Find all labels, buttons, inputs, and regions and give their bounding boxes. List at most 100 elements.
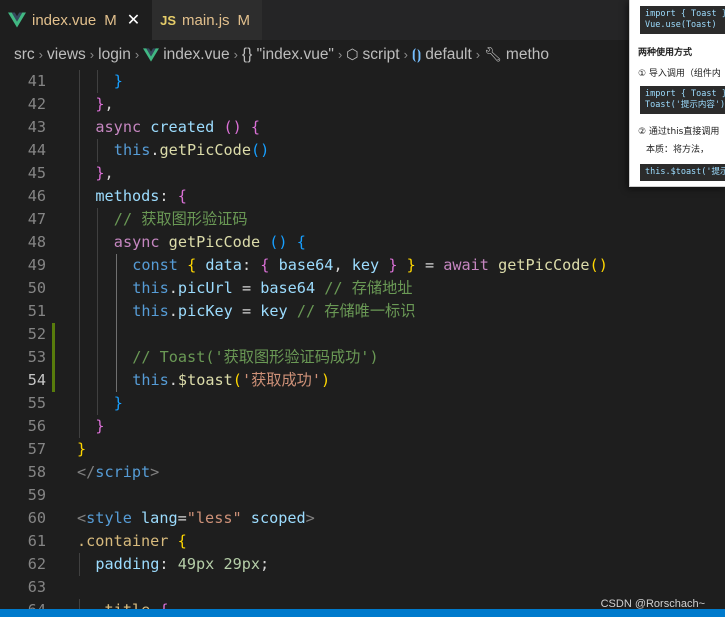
code-token: { bbox=[250, 118, 261, 136]
tab-index-vue[interactable]: index.vue M ✕ bbox=[0, 0, 153, 40]
code-line[interactable]: 53 // Toast('获取图形验证码成功') bbox=[0, 346, 725, 369]
breadcrumb-label: default bbox=[425, 45, 472, 63]
code-line[interactable]: 54 this.$toast('获取成功') bbox=[0, 369, 725, 392]
indent-guide bbox=[97, 300, 99, 323]
breadcrumb-label: src bbox=[14, 45, 35, 63]
code-token: = bbox=[415, 256, 444, 274]
code-token: // Toast('获取图形验证码成功') bbox=[132, 348, 379, 366]
code-token: { bbox=[177, 532, 187, 550]
code-token: // 存储唯一标识 bbox=[296, 302, 416, 320]
breadcrumb-item-views[interactable]: views bbox=[47, 46, 86, 64]
code-line[interactable]: 52 bbox=[0, 323, 725, 346]
code-token: } bbox=[77, 440, 87, 458]
code-token: > bbox=[305, 509, 315, 527]
code-token: () bbox=[223, 118, 242, 136]
breadcrumb-item-file[interactable]: index.vue bbox=[143, 46, 230, 64]
indent-guide bbox=[79, 323, 80, 346]
line-number: 47 bbox=[27, 210, 46, 228]
line-number: 59 bbox=[27, 486, 46, 504]
code-line[interactable]: 61 .container { bbox=[0, 530, 725, 553]
code-token: } bbox=[113, 394, 123, 412]
code-token: .container bbox=[77, 532, 169, 550]
line-number: 53 bbox=[27, 348, 46, 366]
code-line[interactable]: 43 async created () { bbox=[0, 116, 725, 139]
indent-guide bbox=[97, 231, 99, 254]
code-line[interactable]: 57} bbox=[0, 438, 725, 461]
code-token: . bbox=[168, 371, 178, 389]
code-token: ( bbox=[232, 371, 242, 389]
indent-guide bbox=[97, 208, 99, 231]
breadcrumb-item-methods[interactable]: 🔧︎ metho bbox=[484, 46, 549, 64]
code-token: { bbox=[296, 233, 306, 251]
breadcrumb-item-default[interactable]: ⦗⦘ default bbox=[412, 46, 472, 64]
indent-guide bbox=[115, 254, 117, 277]
breadcrumb-item-login[interactable]: login bbox=[98, 46, 131, 64]
code-line[interactable]: 59 bbox=[0, 484, 725, 507]
code-token: , bbox=[333, 256, 352, 274]
cube-icon: ⬡ bbox=[346, 46, 359, 62]
code-text: .container { bbox=[77, 530, 187, 553]
code-line[interactable]: 47 // 获取图形验证码 bbox=[0, 208, 725, 231]
breadcrumb-item-src[interactable]: src bbox=[14, 46, 35, 64]
line-number: 43 bbox=[27, 118, 46, 136]
popup-heading: 两种使用方式 bbox=[638, 48, 693, 58]
code-token: , bbox=[104, 95, 114, 113]
breadcrumb-item-script[interactable]: ⬡ script bbox=[346, 46, 399, 64]
code-line[interactable]: 58 </script> bbox=[0, 461, 725, 484]
code-editor[interactable]: 41} 42}, 43 async created () {44 this.getPic… bbox=[0, 69, 725, 617]
code-line[interactable]: 55} bbox=[0, 392, 725, 415]
close-tab-icon[interactable]: ✕ bbox=[127, 10, 140, 30]
line-number: 49 bbox=[27, 256, 46, 274]
code-token: ) bbox=[321, 371, 331, 389]
code-line[interactable]: 56} bbox=[0, 415, 725, 438]
code-line[interactable]: 63 bbox=[0, 576, 725, 599]
indent-guide bbox=[79, 231, 80, 254]
code-token: this bbox=[132, 279, 169, 297]
code-token: key bbox=[260, 302, 288, 320]
code-line[interactable]: 49 const { data: { base64, key } } = awai… bbox=[0, 254, 725, 277]
breadcrumb-item-module[interactable]: {} "index.vue" bbox=[242, 46, 334, 64]
indent-guide bbox=[115, 300, 117, 323]
code-line[interactable]: 60 <style lang="less" scoped> bbox=[0, 507, 725, 530]
code-line[interactable]: 50 this.picUrl = base64 // 存储地址 bbox=[0, 277, 725, 300]
js-file-icon: JS bbox=[160, 12, 177, 28]
code-text: } bbox=[77, 438, 86, 461]
code-token: , bbox=[104, 164, 114, 182]
indent-guide bbox=[79, 208, 80, 231]
code-line[interactable]: 42}, bbox=[0, 93, 725, 116]
code-line[interactable]: 62 padding: 49px 29px; bbox=[0, 553, 725, 576]
tab-main-js[interactable]: JS main.js M bbox=[152, 0, 263, 40]
code-line[interactable]: 48 async getPicCode () { bbox=[0, 231, 725, 254]
line-number: 50 bbox=[27, 279, 46, 297]
code-line[interactable]: 51 this.picKey = key // 存储唯一标识 bbox=[0, 300, 725, 323]
code-token: 29px bbox=[223, 555, 261, 573]
code-text: // 获取图形验证码 bbox=[114, 208, 248, 231]
code-token: base64 bbox=[278, 256, 334, 274]
code-text: }, bbox=[95, 162, 113, 185]
code-line[interactable]: 46 methods: { bbox=[0, 185, 725, 208]
code-token: </ bbox=[77, 463, 96, 481]
code-token: = bbox=[232, 279, 261, 297]
code-token: methods bbox=[95, 187, 160, 205]
code-token: = bbox=[177, 509, 187, 527]
code-token: // 存储地址 bbox=[324, 279, 413, 297]
indent-guide bbox=[79, 116, 80, 139]
code-line[interactable]: 45}, bbox=[0, 162, 725, 185]
code-token: script bbox=[95, 463, 151, 481]
code-line[interactable]: 41} bbox=[0, 70, 725, 93]
code-token: "less" bbox=[186, 509, 242, 527]
line-number: 52 bbox=[27, 325, 46, 343]
popup-code-block: this.$toast('提示 bbox=[640, 164, 725, 181]
code-token: await bbox=[443, 256, 489, 274]
line-number: 58 bbox=[27, 463, 46, 481]
code-token: base64 bbox=[260, 279, 316, 297]
tab-label: index.vue bbox=[32, 11, 97, 29]
code-line[interactable]: 44 this.getPicCode() bbox=[0, 139, 725, 162]
modified-flag: M bbox=[237, 11, 251, 29]
line-number: 44 bbox=[27, 141, 46, 159]
indent-guide bbox=[79, 93, 80, 116]
indent-guide bbox=[115, 277, 117, 300]
indent-guide bbox=[97, 323, 99, 346]
